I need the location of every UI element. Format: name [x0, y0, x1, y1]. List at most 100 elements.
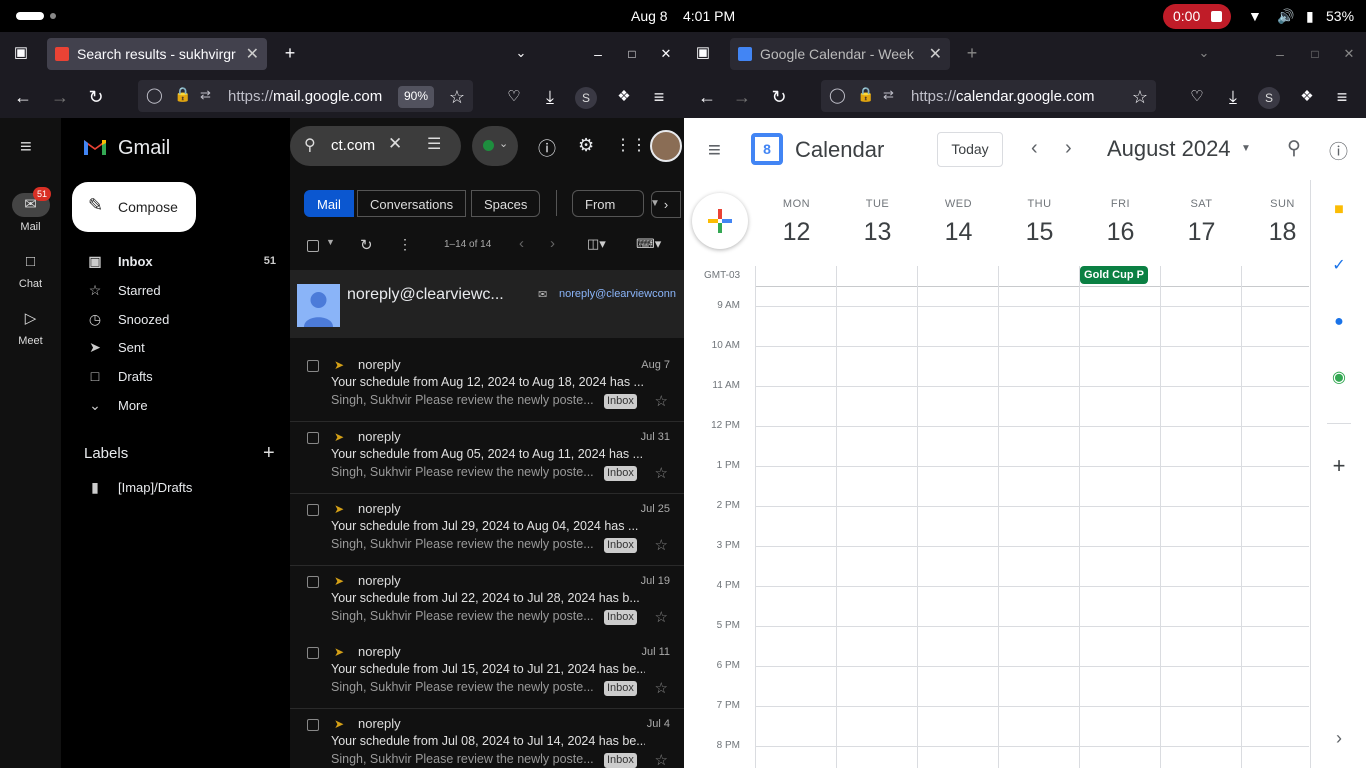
more-vert-icon[interactable]: ⋮ [398, 236, 412, 253]
star-icon[interactable]: ☆ [655, 536, 668, 554]
email-row[interactable]: ➤ noreply Jul 31 Your schedule from Aug 0… [290, 422, 684, 494]
sender-card[interactable]: noreply@clearviewc... ✉ noreply@clearvie… [290, 270, 684, 338]
maximize-icon[interactable]: □ [619, 41, 645, 67]
search-options-icon[interactable]: ☰ [427, 134, 441, 154]
pocket-icon[interactable]: ♡ [501, 84, 527, 110]
battery-icon[interactable]: ▮ [1306, 8, 1314, 25]
inbox-tag[interactable]: Inbox [604, 610, 637, 625]
tab-calendar[interactable]: Google Calendar - Week ✕ [730, 38, 950, 70]
chip-from[interactable]: From [572, 190, 645, 217]
apps-grid-icon[interactable]: ⋮⋮ [615, 135, 647, 155]
label-imap-drafts[interactable]: ▮ [Imap]/Drafts [61, 474, 290, 502]
main-menu-icon[interactable]: ≡ [708, 137, 721, 163]
star-icon[interactable]: ☆ [655, 464, 668, 482]
minimize-icon[interactable]: – [1267, 41, 1293, 67]
chip-spaces[interactable]: Spaces [471, 190, 541, 217]
importance-marker-icon[interactable]: ➤ [334, 645, 344, 659]
tasks-icon[interactable]: ✓ [1327, 254, 1351, 278]
volume-icon[interactable]: 🔊 [1277, 8, 1294, 25]
day-header-wed[interactable]: WED 14 [918, 198, 999, 247]
chip-scroll-right-icon[interactable]: › [651, 191, 681, 218]
search-bar[interactable]: ⚲ ct.com ✕ ☰ [290, 126, 461, 166]
row-checkbox[interactable] [307, 432, 319, 444]
wifi-icon[interactable]: ▼ [1248, 8, 1262, 24]
importance-marker-icon[interactable]: ➤ [334, 717, 344, 731]
lock-icon[interactable]: 🔒 [857, 86, 874, 103]
minimize-icon[interactable]: – [585, 41, 611, 67]
close-window-icon[interactable]: ✕ [1336, 41, 1362, 67]
email-row[interactable]: ➤ noreply Aug 7 Your schedule from Aug 12… [290, 350, 684, 422]
nav-drafts[interactable]: □ Drafts [61, 363, 290, 391]
email-row[interactable]: ➤ noreply Jul 4 Your schedule from Jul 08… [290, 709, 684, 768]
close-tab-icon[interactable]: ✕ [246, 44, 259, 64]
activities-indicator[interactable] [16, 12, 44, 20]
star-icon[interactable]: ☆ [655, 392, 668, 410]
account-avatar[interactable] [650, 130, 682, 162]
expand-panel-icon[interactable]: › [1327, 726, 1351, 750]
day-header-thu[interactable]: THU 15 [999, 198, 1080, 247]
nav-more[interactable]: ⌄ More [61, 392, 290, 420]
create-button[interactable] [692, 193, 748, 249]
clock-time[interactable]: 4:01 PM [683, 8, 735, 24]
screen-recording-indicator[interactable]: 0:00 [1163, 4, 1231, 29]
rail-meet[interactable]: ▷ Meet [0, 307, 61, 347]
bookmark-star-icon[interactable]: ☆ [1127, 84, 1153, 110]
tab-list-chevron-icon[interactable]: ⌄ [1191, 40, 1217, 66]
permissions-icon[interactable]: ⇄ [883, 87, 894, 103]
prev-page-icon[interactable]: ‹ [519, 235, 524, 252]
day-header-fri[interactable]: FRI 16 [1080, 198, 1161, 247]
email-row[interactable]: ➤ noreply Jul 11 Your schedule from Jul 1… [290, 637, 684, 709]
day-header-sat[interactable]: SAT 17 [1161, 198, 1242, 247]
back-icon[interactable]: ← [694, 84, 720, 110]
extensions-icon[interactable]: ❖ [1294, 84, 1320, 110]
bookmark-star-icon[interactable]: ☆ [444, 84, 470, 110]
url-bar[interactable]: ◯ 🔒 ⇄ https://calendar.google.com [821, 80, 1156, 112]
add-addon-icon[interactable]: + [1327, 454, 1351, 478]
importance-marker-icon[interactable]: ➤ [334, 358, 344, 372]
gmail-logo-icon[interactable] [82, 136, 108, 156]
nav-snoozed[interactable]: ◷ Snoozed [61, 306, 290, 334]
lock-icon[interactable]: 🔒 [174, 86, 191, 103]
maximize-icon[interactable]: □ [1302, 41, 1328, 67]
prev-week-icon[interactable]: ‹ [1031, 137, 1038, 160]
shield-icon[interactable]: ◯ [829, 86, 846, 104]
row-checkbox[interactable] [307, 719, 319, 731]
status-button[interactable]: ⌄ [472, 126, 518, 166]
keyboard-icon[interactable]: ⌨▾ [636, 236, 661, 252]
main-menu-icon[interactable]: ≡ [20, 136, 32, 159]
search-icon[interactable]: ⚲ [1287, 137, 1301, 160]
refresh-icon[interactable]: ↻ [360, 236, 373, 254]
downloads-icon[interactable]: ⤓ [537, 84, 563, 110]
email-row[interactable]: ➤ noreply Jul 25 Your schedule from Jul 2… [290, 494, 684, 566]
tab-overview-icon[interactable]: ▣ [8, 40, 34, 66]
row-checkbox[interactable] [307, 647, 319, 659]
menu-icon[interactable]: ≡ [1329, 84, 1355, 110]
shield-icon[interactable]: ◯ [146, 86, 163, 104]
extension-s-icon[interactable]: S [575, 87, 597, 109]
row-checkbox[interactable] [307, 504, 319, 516]
star-icon[interactable]: ☆ [655, 608, 668, 626]
settings-gear-icon[interactable]: ⚙ [578, 135, 594, 156]
row-checkbox[interactable] [307, 576, 319, 588]
day-header-mon[interactable]: MON 12 [756, 198, 837, 247]
nav-starred[interactable]: ☆ Starred [61, 277, 290, 305]
clock-date[interactable]: Aug 8 [631, 8, 668, 24]
search-input[interactable]: ct.com [331, 137, 375, 154]
reload-icon[interactable]: ↻ [83, 84, 109, 110]
sender-email[interactable]: noreply@clearviewconn [559, 288, 676, 300]
permissions-icon[interactable]: ⇄ [200, 87, 211, 103]
contacts-icon[interactable]: ● [1327, 310, 1351, 334]
help-icon[interactable]: ⓘ [1329, 137, 1348, 164]
close-window-icon[interactable]: ✕ [653, 41, 679, 67]
all-day-event[interactable]: Gold Cup P [1080, 266, 1148, 284]
next-page-icon[interactable]: › [550, 235, 555, 252]
maps-icon[interactable]: ◉ [1327, 366, 1351, 390]
chip-conversations[interactable]: Conversations [357, 190, 467, 217]
inbox-tag[interactable]: Inbox [604, 753, 637, 768]
email-row[interactable]: ➤ noreply Jul 19 Your schedule from Jul 2… [290, 566, 684, 638]
close-tab-icon[interactable]: ✕ [929, 44, 942, 64]
day-header-tue[interactable]: TUE 13 [837, 198, 918, 247]
extensions-icon[interactable]: ❖ [611, 84, 637, 110]
clear-search-icon[interactable]: ✕ [388, 134, 402, 154]
chip-mail[interactable]: Mail [304, 190, 354, 217]
